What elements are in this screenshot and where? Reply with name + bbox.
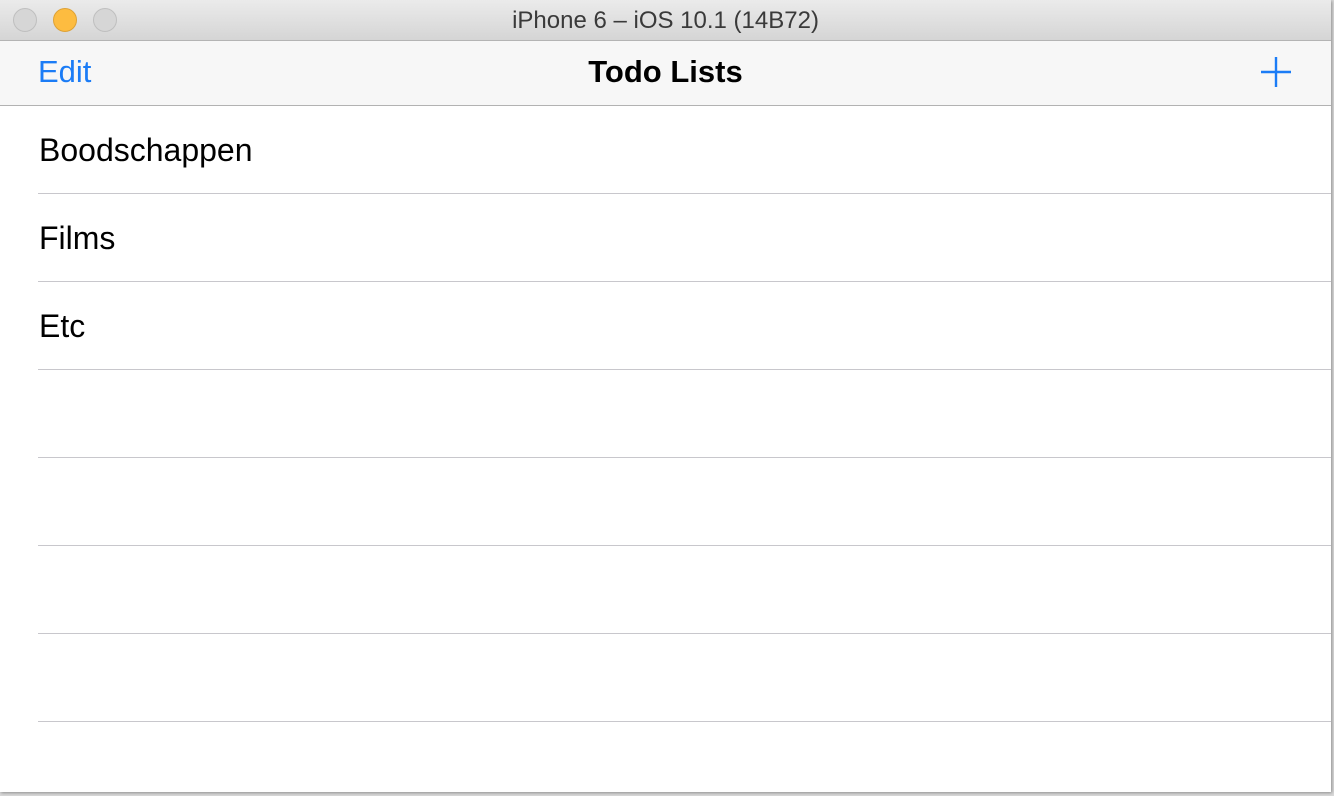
list-item[interactable]: Etc — [0, 282, 1331, 370]
empty-row — [0, 458, 1331, 546]
list-item[interactable]: Films — [0, 194, 1331, 282]
empty-row — [0, 634, 1331, 722]
list-item-label: Boodschappen — [39, 132, 253, 168]
page-title: Todo Lists — [588, 54, 743, 89]
add-list-button[interactable] — [1259, 55, 1293, 89]
window-titlebar: iPhone 6 – iOS 10.1 (14B72) — [0, 0, 1331, 41]
empty-row — [0, 546, 1331, 634]
window-title: iPhone 6 – iOS 10.1 (14B72) — [512, 7, 819, 34]
list-item[interactable]: Boodschappen — [0, 106, 1331, 194]
empty-row — [0, 370, 1331, 458]
simulator-window: iPhone 6 – iOS 10.1 (14B72) Edit Todo Li… — [0, 0, 1331, 792]
list-item-label: Films — [39, 220, 116, 256]
navigation-bar: Edit Todo Lists — [0, 41, 1331, 106]
plus-icon — [1261, 57, 1291, 87]
todo-lists-table: Boodschappen Films Etc — [0, 106, 1331, 722]
list-item-label: Etc — [39, 308, 86, 344]
